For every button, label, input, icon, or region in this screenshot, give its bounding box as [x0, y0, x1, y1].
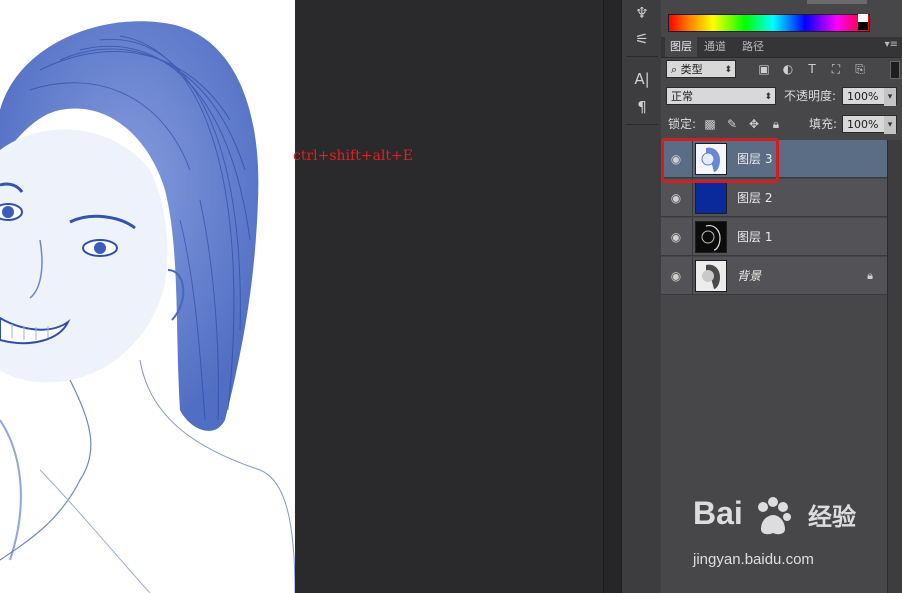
divider	[692, 257, 693, 295]
eye-icon[interactable]: ◉	[667, 268, 685, 284]
smartobject-filter-icon[interactable]: ⎘	[852, 60, 868, 78]
brush-presets-icon[interactable]: ♆	[630, 2, 654, 24]
layer-name[interactable]: 图层 1	[737, 228, 772, 245]
divider	[692, 179, 693, 217]
adjustment-filter-icon[interactable]: ◐	[780, 60, 796, 78]
eye-icon[interactable]: ◉	[667, 190, 685, 206]
paw-logo-icon	[758, 497, 791, 535]
watermark-url: jingyan.baidu.com	[693, 551, 814, 568]
character-icon[interactable]: A|	[630, 68, 654, 90]
layer-thumbnail	[695, 221, 727, 253]
lock-label: 锁定:	[668, 117, 697, 131]
tab-paths[interactable]: 路径	[737, 37, 769, 57]
layer-row[interactable]: ◉ 图层 1	[661, 218, 887, 256]
updown-arrow-icon: ⬍	[724, 65, 732, 75]
panel-menu-icon[interactable]: ▾≡	[885, 39, 898, 50]
lock-row: 锁定: ▩ ✎ ✥ 🔒︎ 填充: 100% ▾	[661, 115, 902, 134]
fill-value: 100%	[847, 118, 879, 131]
panel-divider	[603, 0, 622, 593]
color-spectrum[interactable]	[668, 14, 870, 32]
black-white-swatch[interactable]	[858, 14, 868, 30]
dock-separator	[626, 124, 658, 125]
shape-filter-icon[interactable]: ⛶	[828, 60, 844, 78]
divider	[692, 218, 693, 256]
dock-separator	[626, 56, 658, 57]
watermark-logo-text: Bai	[693, 495, 743, 531]
opacity-value: 100%	[847, 90, 879, 103]
layer-name[interactable]: 背景	[737, 267, 761, 284]
opacity-field[interactable]: 100% ▾	[842, 87, 897, 106]
baidu-jingyan-watermark: Bai 经验 jingyan.baidu.com	[693, 495, 893, 575]
chevron-down-icon[interactable]: ▾	[884, 88, 896, 106]
layer-row[interactable]: ◉ 背景 🔒︎	[661, 257, 887, 295]
panel-tabs: 图层 通道 路径 ▾≡	[661, 37, 902, 58]
opacity-label: 不透明度:	[784, 89, 837, 103]
adjustments-icon[interactable]: ⚟	[630, 28, 654, 50]
filter-row: ⌕ 类型 ⬍ ▣ ◐ T ⛶ ⎘	[661, 60, 902, 79]
shortcut-annotation: ctrl+shift+alt+E	[293, 148, 413, 164]
paragraph-icon[interactable]: ¶	[630, 96, 654, 118]
filter-kind-label: 类型	[680, 63, 703, 76]
lock-transparent-icon[interactable]: ▩	[702, 115, 718, 133]
layer-thumbnail	[695, 182, 727, 214]
eye-icon[interactable]: ◉	[667, 229, 685, 245]
filter-kind-dropdown[interactable]: ⌕ 类型 ⬍	[666, 60, 736, 78]
chevron-down-icon[interactable]: ▾	[884, 116, 896, 134]
tab-channels[interactable]: 通道	[699, 37, 731, 57]
fill-label: 填充:	[809, 117, 838, 131]
watermark-logo-suffix: 经验	[808, 504, 856, 531]
lock-position-icon[interactable]: ✥	[746, 115, 762, 133]
document-canvas[interactable]	[0, 0, 295, 593]
filter-toggle[interactable]	[890, 61, 900, 79]
highlight-box	[661, 138, 779, 183]
pixel-filter-icon[interactable]: ▣	[756, 60, 772, 78]
tab-layers[interactable]: 图层	[665, 37, 697, 57]
collapsed-panel-dock: ♆ ⚟ A| ¶	[621, 0, 663, 593]
color-slider-stub	[807, 0, 867, 4]
lock-all-icon[interactable]: 🔒︎	[768, 115, 784, 133]
dark-sketch-thumbnail-image	[701, 225, 721, 251]
blend-mode-dropdown[interactable]: 正常 ⬍	[666, 87, 776, 105]
layer-row[interactable]: ◉ 图层 2	[661, 179, 887, 217]
fill-field[interactable]: 100% ▾	[842, 115, 897, 134]
portrait-sketch-image	[0, 21, 295, 593]
search-icon: ⌕	[671, 63, 681, 76]
type-filter-icon[interactable]: T	[804, 60, 820, 78]
layer-thumbnail	[695, 260, 727, 292]
photo-thumbnail-image	[702, 264, 720, 289]
blend-mode-value: 正常	[671, 90, 693, 103]
lock-image-icon[interactable]: ✎	[724, 115, 740, 133]
color-panel	[661, 0, 902, 38]
lock-icon: 🔒︎	[867, 269, 873, 282]
pasteboard	[295, 0, 603, 593]
updown-arrow-icon: ⬍	[764, 92, 772, 102]
blend-row: 正常 ⬍ 不透明度: 100% ▾	[661, 87, 902, 106]
layer-name[interactable]: 图层 2	[737, 189, 772, 206]
